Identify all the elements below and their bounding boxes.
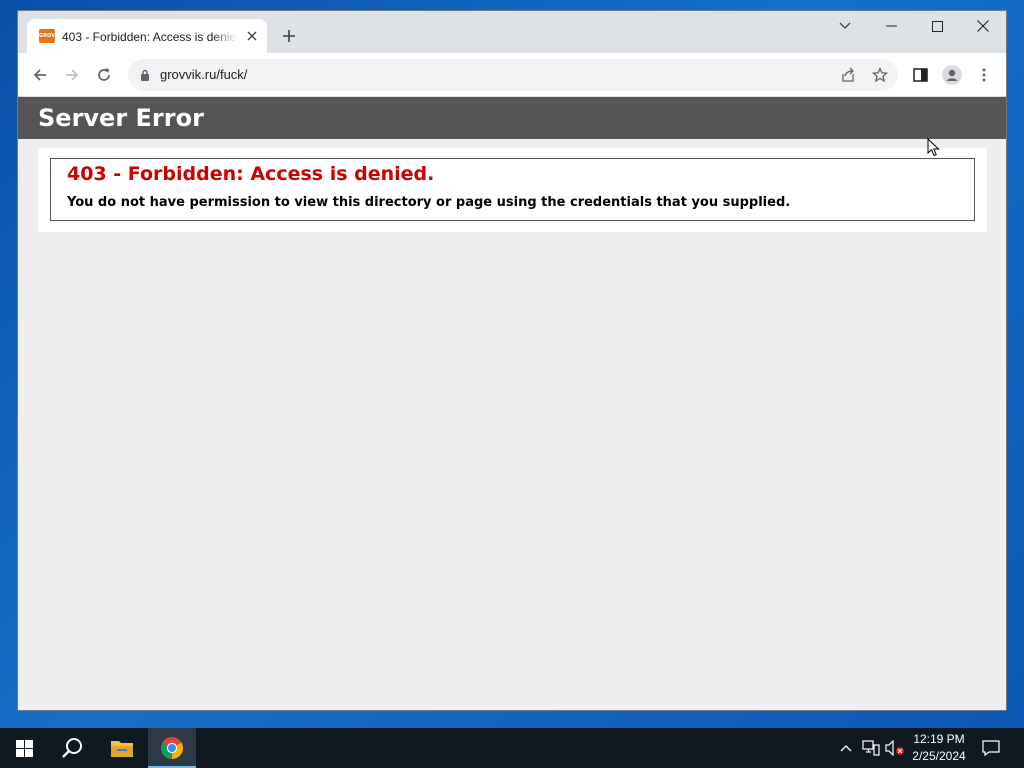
close-icon[interactable] bbox=[960, 11, 1006, 41]
chevron-up-icon[interactable] bbox=[836, 738, 856, 758]
address-bar[interactable]: grovvik.ru/fuck/ bbox=[128, 59, 898, 91]
volume-muted-icon[interactable] bbox=[885, 738, 905, 758]
share-icon[interactable] bbox=[838, 65, 858, 85]
browser-window: GROV 403 - Forbidden: Access is denied. bbox=[17, 10, 1007, 711]
page-content: Server Error 403 - Forbidden: Access is … bbox=[18, 97, 1006, 710]
maximize-icon[interactable] bbox=[914, 11, 960, 41]
tab-search-icon[interactable] bbox=[822, 11, 868, 41]
browser-tab[interactable]: GROV 403 - Forbidden: Access is denied. bbox=[27, 19, 267, 53]
chrome-icon[interactable] bbox=[148, 728, 196, 768]
url-text[interactable]: grovvik.ru/fuck/ bbox=[160, 66, 247, 84]
tab-title: 403 - Forbidden: Access is denied. bbox=[62, 30, 238, 44]
new-tab-icon[interactable] bbox=[278, 25, 300, 47]
back-icon[interactable] bbox=[28, 63, 52, 87]
title-bar: GROV 403 - Forbidden: Access is denied. bbox=[18, 11, 1006, 53]
network-icon[interactable] bbox=[861, 738, 881, 758]
lock-icon[interactable] bbox=[138, 68, 152, 82]
menu-icon[interactable] bbox=[972, 63, 996, 87]
favicon-icon: GROV bbox=[39, 29, 55, 43]
mouse-cursor-icon bbox=[927, 137, 940, 162]
profile-icon[interactable] bbox=[940, 63, 964, 87]
taskbar: 12:19 PM 2/25/2024 bbox=[0, 728, 1024, 768]
error-panel: 403 - Forbidden: Access is denied. You d… bbox=[50, 158, 975, 221]
star-icon[interactable] bbox=[870, 65, 890, 85]
error-message: You do not have permission to view this … bbox=[67, 195, 791, 210]
clock-date: 2/25/2024 bbox=[912, 749, 966, 763]
reload-icon[interactable] bbox=[92, 63, 116, 87]
browser-toolbar: grovvik.ru/fuck/ bbox=[18, 53, 1006, 97]
server-error-header: Server Error bbox=[18, 97, 1006, 139]
notification-icon[interactable] bbox=[981, 738, 1001, 758]
forward-icon[interactable] bbox=[60, 63, 84, 87]
search-icon[interactable] bbox=[48, 728, 96, 768]
error-heading: 403 - Forbidden: Access is denied. bbox=[67, 163, 435, 185]
start-icon[interactable] bbox=[0, 728, 48, 768]
side-panel-icon[interactable] bbox=[908, 63, 932, 87]
error-container: 403 - Forbidden: Access is denied. You d… bbox=[38, 148, 987, 232]
tab-close-icon[interactable] bbox=[243, 27, 261, 45]
minimize-icon[interactable] bbox=[868, 11, 914, 41]
page-title: Server Error bbox=[38, 104, 204, 132]
taskbar-clock[interactable]: 12:19 PM 2/25/2024 bbox=[906, 731, 972, 765]
file-explorer-icon[interactable] bbox=[98, 728, 146, 768]
clock-time: 12:19 PM bbox=[913, 732, 965, 746]
